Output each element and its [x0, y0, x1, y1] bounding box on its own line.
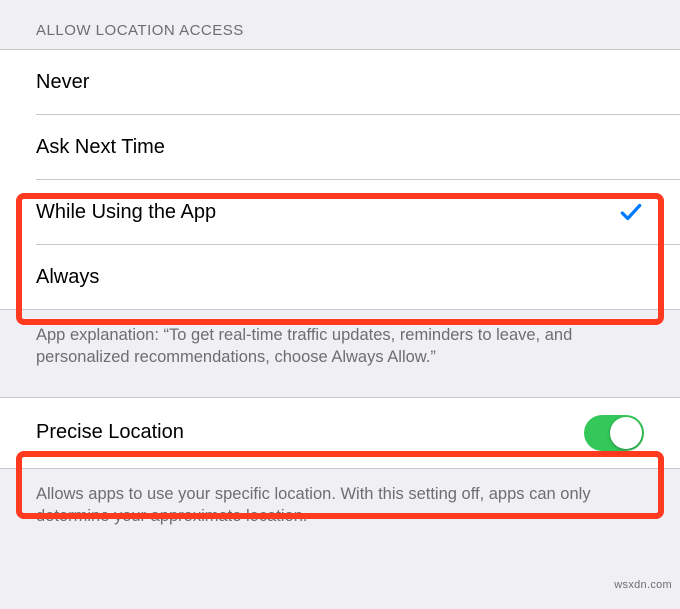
option-label: Always: [36, 266, 99, 289]
precise-location-footer: Allows apps to use your specific locatio…: [0, 469, 680, 556]
app-explanation: App explanation: “To get real-time traff…: [0, 310, 680, 397]
option-never[interactable]: Never: [0, 50, 680, 114]
precise-location-group: Precise Location: [0, 397, 680, 469]
precise-location-row[interactable]: Precise Location: [0, 398, 680, 468]
option-ask-next-time[interactable]: Ask Next Time: [0, 115, 680, 179]
option-while-using-app[interactable]: While Using the App: [0, 180, 680, 244]
location-access-group: Never Ask Next Time While Using the App …: [0, 49, 680, 310]
section-header: ALLOW LOCATION ACCESS: [0, 0, 680, 49]
toggle-knob: [610, 417, 642, 449]
precise-location-label: Precise Location: [36, 421, 184, 444]
option-always[interactable]: Always: [0, 245, 680, 309]
precise-location-toggle[interactable]: [584, 415, 644, 451]
option-label: Never: [36, 71, 89, 94]
watermark: wsxdn.com: [614, 579, 672, 591]
option-label: Ask Next Time: [36, 136, 165, 159]
option-label: While Using the App: [36, 201, 216, 224]
checkmark-icon: [618, 199, 644, 225]
